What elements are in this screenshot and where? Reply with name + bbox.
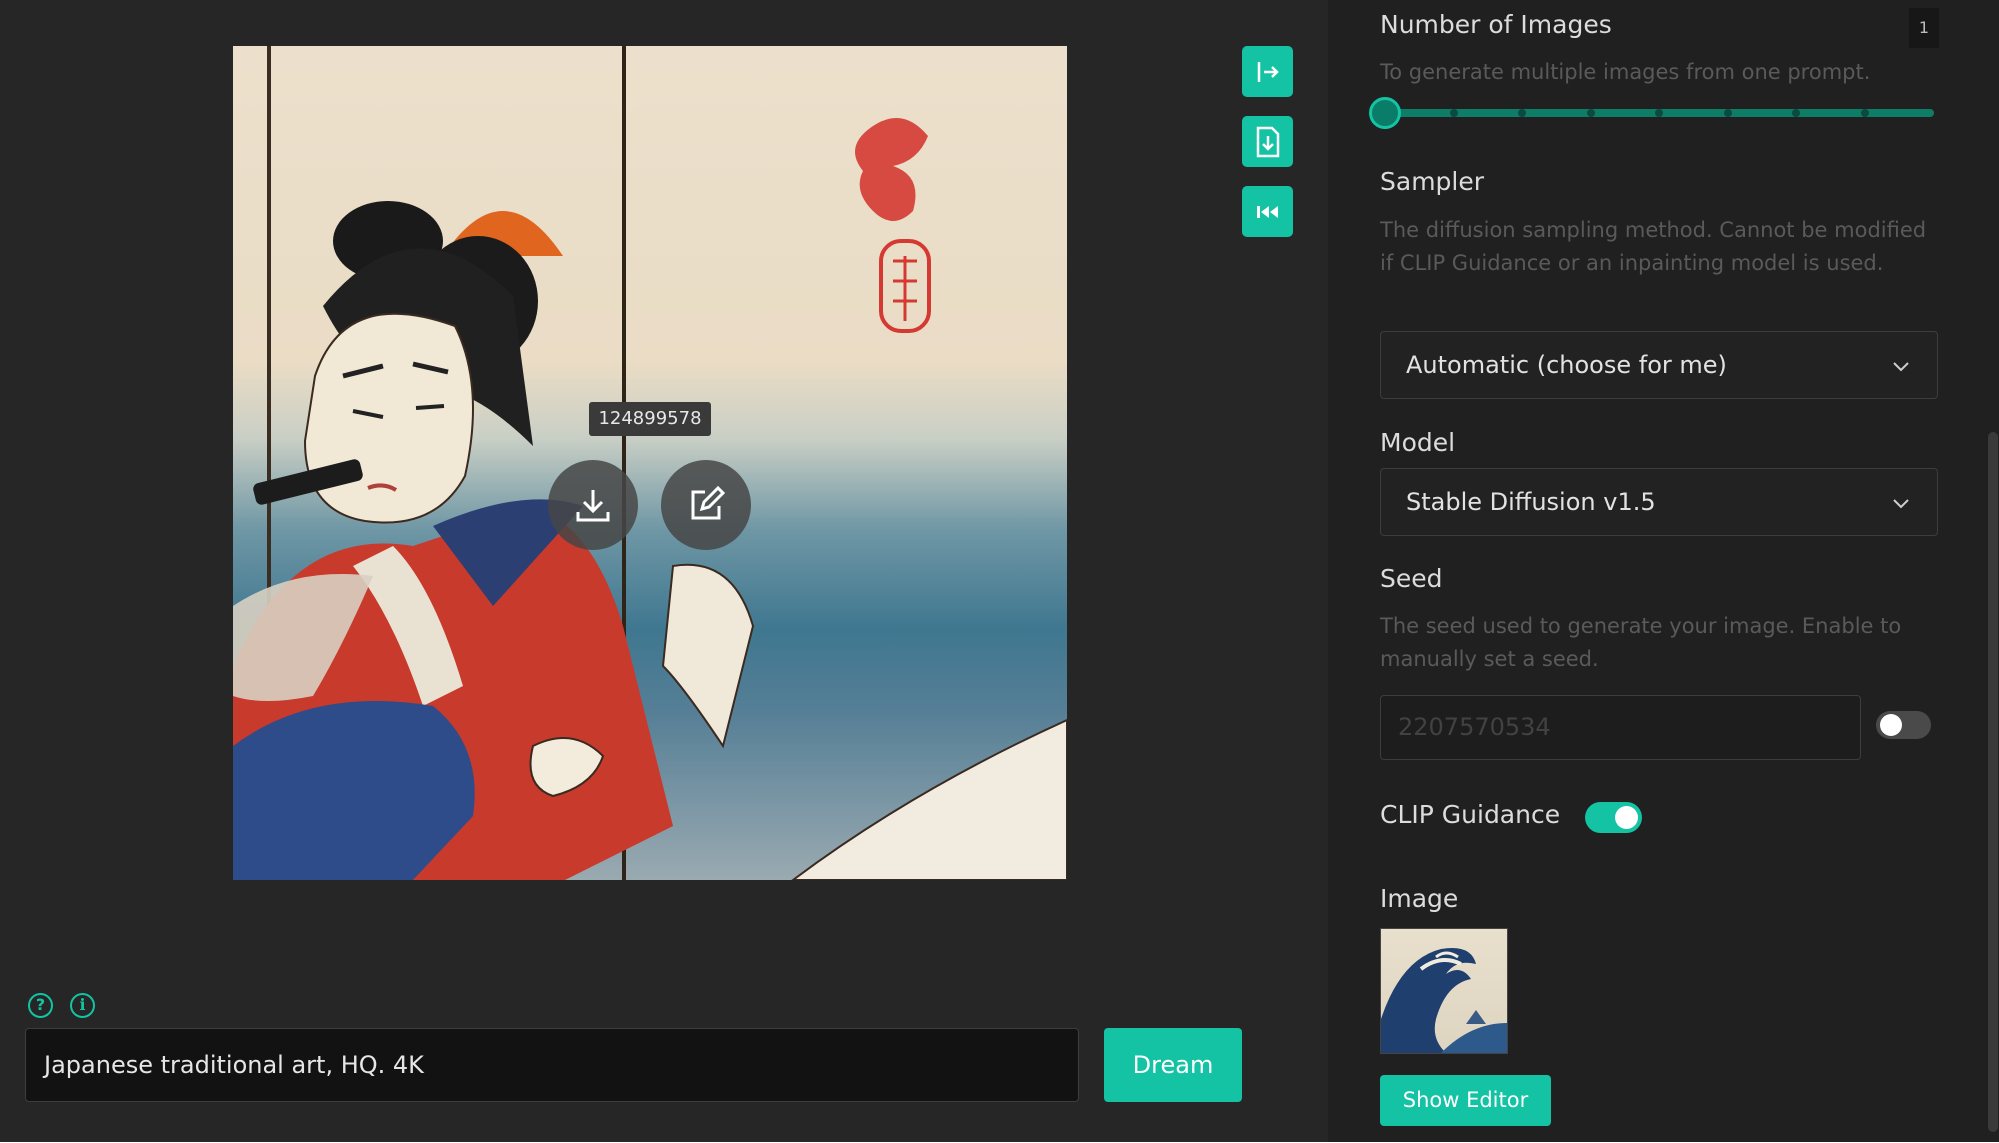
export-file-button[interactable]: [1242, 116, 1293, 167]
sampler-selected-value: Automatic (choose for me): [1406, 351, 1727, 379]
num-images-slider-thumb[interactable]: [1369, 97, 1401, 129]
rewind-icon: [1256, 205, 1278, 218]
clip-guidance-label: CLIP Guidance: [1380, 800, 1561, 829]
show-editor-button[interactable]: Show Editor: [1380, 1075, 1551, 1126]
clip-guidance-toggle[interactable]: [1585, 802, 1642, 833]
restart-button[interactable]: [1242, 186, 1293, 237]
init-image-thumbnail[interactable]: [1380, 928, 1508, 1054]
toggle-knob: [1615, 806, 1638, 829]
slider-step-mark: [1724, 109, 1732, 117]
edit-icon: [691, 485, 726, 520]
model-selected-value: Stable Diffusion v1.5: [1406, 488, 1656, 516]
chevron-down-icon: [1893, 362, 1909, 372]
arrow-right-bar-icon: [1257, 61, 1279, 82]
sampler-description: The diffusion sampling method. Cannot be…: [1380, 218, 1927, 275]
edit-image-button[interactable]: [661, 460, 751, 550]
seed-label: Seed: [1380, 564, 1443, 593]
num-images-description: To generate multiple images from one pro…: [1380, 60, 1871, 84]
settings-scrollbar[interactable]: [1988, 432, 1998, 1132]
seed-manual-toggle[interactable]: [1876, 711, 1931, 739]
seed-tooltip: 124899578: [589, 402, 711, 436]
prompt-input[interactable]: Japanese traditional art, HQ. 4K: [25, 1028, 1079, 1102]
app-window: 124899578 ? i Japanese traditional art, …: [0, 0, 1999, 1143]
slider-step-mark: [1861, 109, 1869, 117]
download-image-button[interactable]: [548, 460, 638, 550]
model-select[interactable]: Stable Diffusion v1.5: [1380, 468, 1938, 536]
slider-step-mark: [1587, 109, 1595, 117]
toggle-knob: [1880, 714, 1902, 736]
image-label: Image: [1380, 884, 1459, 913]
dream-button[interactable]: Dream: [1104, 1028, 1242, 1102]
init-image-art: [1381, 948, 1507, 1053]
seed-input[interactable]: 2207570534: [1380, 695, 1861, 760]
info-circle-icon[interactable]: i: [70, 993, 95, 1018]
file-download-icon: [1256, 126, 1279, 157]
seed-description: The seed used to generate your image. En…: [1380, 614, 1902, 671]
generated-image-art: [233, 46, 1067, 880]
generated-image[interactable]: [233, 46, 1067, 880]
model-label: Model: [1380, 428, 1456, 457]
slider-step-mark: [1518, 109, 1526, 117]
sampler-label: Sampler: [1380, 167, 1485, 196]
collapse-panel-button[interactable]: [1242, 46, 1293, 97]
download-icon: [576, 490, 610, 522]
chevron-down-icon: [1893, 499, 1909, 509]
slider-step-mark: [1792, 109, 1800, 117]
sampler-select[interactable]: Automatic (choose for me): [1380, 331, 1938, 399]
canvas-panel: 124899578 ? i Japanese traditional art, …: [0, 0, 1328, 1143]
slider-step-mark: [1655, 109, 1663, 117]
num-images-label: Number of Images: [1380, 10, 1612, 39]
question-circle-icon[interactable]: ?: [28, 993, 53, 1018]
slider-step-mark: [1450, 109, 1458, 117]
num-images-value: 1: [1909, 8, 1939, 48]
